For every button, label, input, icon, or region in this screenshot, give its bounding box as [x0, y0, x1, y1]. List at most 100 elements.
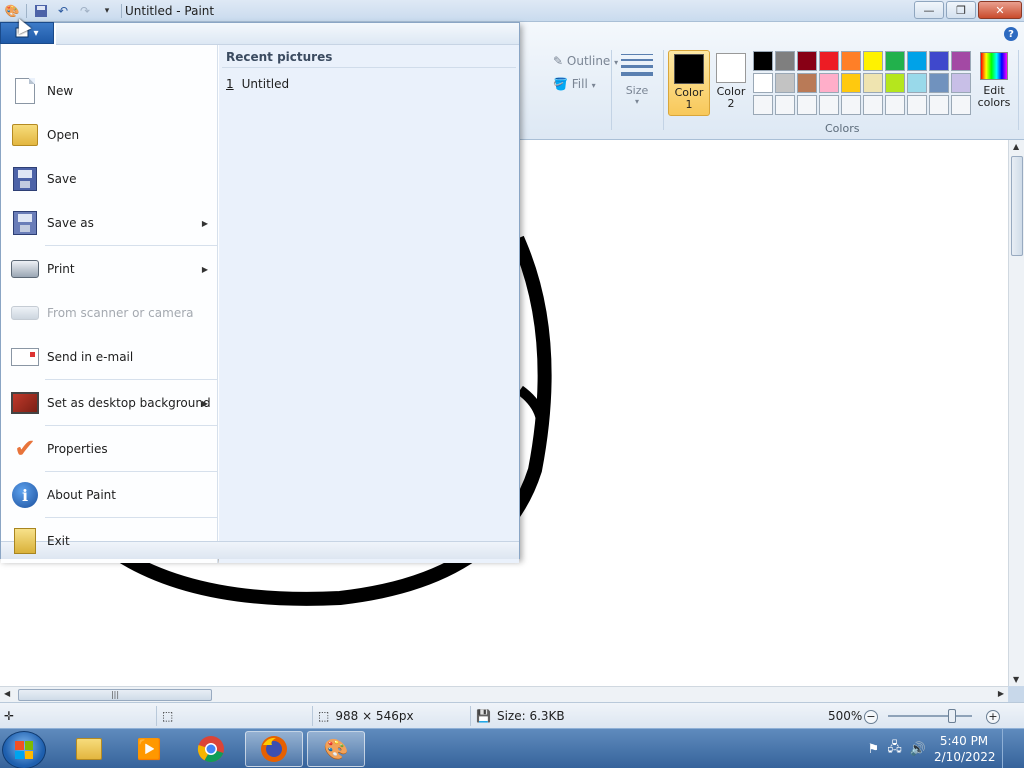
zoom-slider-thumb[interactable] [948, 709, 956, 723]
menu-item-about-paint[interactable]: i About Paint [1, 473, 218, 517]
zoom-in-button[interactable]: + [986, 710, 1000, 724]
palette-swatch[interactable] [775, 51, 795, 71]
vertical-scrollbar[interactable]: ▲ ▼ [1008, 140, 1024, 686]
size-label: Size [625, 84, 649, 97]
menu-item-save[interactable]: Save [1, 157, 218, 201]
palette-swatch[interactable] [929, 51, 949, 71]
menu-item-label: From scanner or camera [47, 306, 194, 320]
taskbar-explorer[interactable] [60, 731, 118, 767]
paint-icon[interactable]: 🎨 [4, 3, 20, 19]
clock[interactable]: 5:40 PM 2/10/2022 [934, 733, 996, 765]
palette-swatch[interactable] [753, 95, 773, 115]
zoom-slider-track[interactable] [888, 715, 972, 717]
action-center-flag-icon[interactable]: ⚑ [868, 742, 880, 757]
taskbar-paint[interactable]: 🎨 [307, 731, 365, 767]
zoom-out-button[interactable]: − [864, 710, 878, 724]
color1-button[interactable]: Color 1 [668, 50, 710, 116]
help-icon[interactable]: ? [1004, 27, 1018, 41]
palette-swatch[interactable] [775, 95, 795, 115]
palette-swatch[interactable] [951, 95, 971, 115]
size-button[interactable]: Size ▾ [618, 50, 656, 112]
scroll-right-icon[interactable]: ▶ [998, 689, 1004, 698]
palette-swatch[interactable] [885, 51, 905, 71]
palette-swatch[interactable] [841, 73, 861, 93]
recent-picture-item[interactable]: 1 Untitled [226, 77, 289, 91]
menu-item-send-in-e-mail[interactable]: Send in e-mail [1, 335, 218, 379]
volume-icon[interactable]: 🔊 [910, 742, 926, 757]
scroll-down-icon[interactable]: ▼ [1013, 675, 1019, 684]
show-desktop-button[interactable] [1002, 729, 1014, 768]
menu-item-exit[interactable]: Exit [1, 519, 218, 563]
menu-tab-dropdown-icon: ▾ [33, 27, 39, 39]
palette-swatch[interactable] [907, 95, 927, 115]
palette-swatch[interactable] [863, 95, 883, 115]
start-button[interactable] [2, 731, 46, 768]
edit-colors-button[interactable]: Edit colors [976, 50, 1012, 109]
palette-swatch[interactable] [819, 51, 839, 71]
menu-item-new[interactable]: New [1, 69, 218, 113]
network-icon[interactable]: 🖧 [887, 738, 902, 760]
move-cursor-icon: ✛ [4, 709, 15, 723]
menu-item-print[interactable]: Print ▶ [1, 247, 218, 291]
menu-item-label: Set as desktop background [47, 396, 211, 410]
clock-date: 2/10/2022 [934, 750, 996, 764]
redo-icon[interactable]: ↷ [77, 3, 93, 19]
minimize-button[interactable]: — [914, 1, 944, 19]
menu-item-set-as-desktop-background[interactable]: Set as desktop background ▶ [1, 381, 218, 425]
palette-swatch[interactable] [841, 51, 861, 71]
zoom-level-text: 500% [828, 709, 863, 723]
palette-swatch[interactable] [885, 95, 905, 115]
palette-swatch[interactable] [797, 73, 817, 93]
menu-item-properties[interactable]: ✔ Properties [1, 427, 218, 471]
taskbar-chrome[interactable] [182, 731, 240, 767]
save-icon[interactable] [33, 3, 49, 19]
palette-swatch[interactable] [797, 95, 817, 115]
paint-icon: 🎨 [323, 737, 349, 761]
palette-swatch[interactable] [819, 73, 839, 93]
palette-swatch[interactable] [863, 51, 883, 71]
scroll-up-icon[interactable]: ▲ [1013, 142, 1019, 151]
palette-swatch[interactable] [775, 73, 795, 93]
close-icon: ✕ [995, 3, 1005, 17]
recent-divider [222, 67, 516, 68]
recent-item-number: 1 [226, 77, 234, 91]
printer-icon [9, 253, 41, 285]
palette-swatch[interactable] [907, 73, 927, 93]
palette-swatch[interactable] [797, 51, 817, 71]
fill-button[interactable]: 🪣 Fill ▾ [553, 77, 596, 91]
maximize-button[interactable]: ❐ [946, 1, 976, 19]
menu-item-label: About Paint [47, 488, 116, 502]
taskbar-media-player[interactable]: ▶️ [120, 731, 178, 767]
horizontal-scrollbar[interactable]: ◀ ||| ▶ [0, 686, 1008, 702]
close-button[interactable]: ✕ [978, 1, 1022, 19]
palette-swatch[interactable] [885, 73, 905, 93]
qat-separator [121, 4, 122, 18]
palette-swatch[interactable] [929, 95, 949, 115]
undo-icon[interactable]: ↶ [55, 3, 71, 19]
selection-size: ⬚ [162, 709, 173, 723]
color2-label-line2: 2 [727, 97, 735, 110]
palette-swatch[interactable] [907, 51, 927, 71]
palette-swatch[interactable] [951, 51, 971, 71]
outline-button[interactable]: ✎ Outline ▾ [553, 54, 618, 68]
scroll-left-icon[interactable]: ◀ [4, 689, 10, 698]
palette-swatch[interactable] [841, 95, 861, 115]
outline-icon: ✎ [553, 54, 564, 68]
color2-button[interactable]: Color 2 [710, 50, 752, 116]
customize-icon[interactable]: ▾ [99, 3, 115, 19]
palette-swatch[interactable] [753, 73, 773, 93]
vertical-scroll-thumb[interactable] [1011, 156, 1023, 256]
chrome-icon [197, 736, 224, 763]
menu-top-strip [56, 23, 519, 45]
menu-item-save-as[interactable]: Save as ▶ [1, 201, 218, 245]
palette-swatch[interactable] [753, 51, 773, 71]
palette-swatch[interactable] [819, 95, 839, 115]
horizontal-scroll-thumb[interactable]: ||| [18, 689, 212, 701]
palette-swatch[interactable] [951, 73, 971, 93]
menu-item-open[interactable]: Open [1, 113, 218, 157]
palette-swatch[interactable] [929, 73, 949, 93]
palette-swatch[interactable] [863, 73, 883, 93]
taskbar-firefox[interactable] [245, 731, 303, 767]
menu-separator [45, 425, 218, 426]
menu-separator [45, 517, 218, 518]
